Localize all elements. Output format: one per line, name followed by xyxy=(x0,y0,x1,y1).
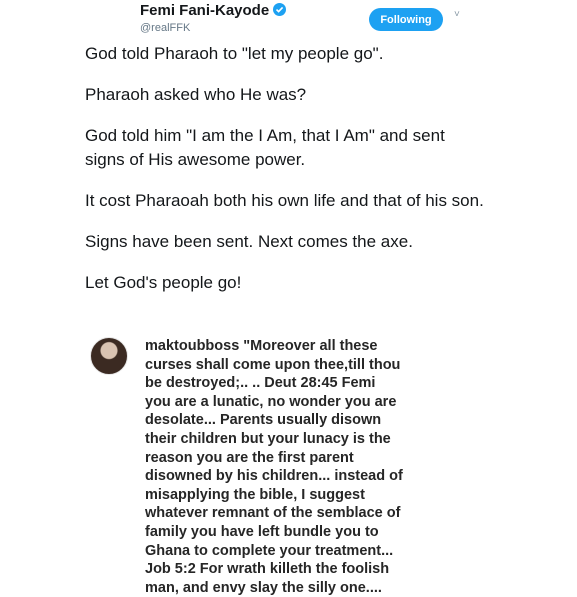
chevron-down-icon[interactable]: ˅ xyxy=(454,9,460,20)
following-button[interactable]: Following xyxy=(369,8,443,31)
tweet-text: God told Pharaoh to "let my people go". … xyxy=(85,42,485,312)
comment-text: maktoubboss "Moreover all these curses s… xyxy=(145,337,403,597)
author-handle[interactable]: @realFFK xyxy=(140,22,190,34)
tweet-paragraph: It cost Pharaoah both his own life and t… xyxy=(85,191,484,210)
tweet-paragraph: Pharaoh asked who He was? xyxy=(85,85,307,104)
comment-body: "Moreover all these curses shall come up… xyxy=(145,338,403,596)
tweet-paragraph: God told Pharaoh to "let my people go". xyxy=(85,44,384,63)
author-name-text: Femi Fani-Kayode xyxy=(140,2,270,19)
author-name[interactable]: Femi Fani-Kayode xyxy=(140,2,287,19)
comment-username[interactable]: maktoubboss xyxy=(145,338,239,354)
avatar[interactable] xyxy=(90,337,128,375)
tweet-paragraph: Signs have been sent. Next comes the axe… xyxy=(85,232,413,251)
tweet-header: Femi Fani-Kayode @realFFK Following ˅ xyxy=(0,0,577,44)
verified-badge-icon xyxy=(273,3,287,16)
tweet-paragraph: Let God's people go! xyxy=(85,273,242,292)
tweet-paragraph: God told him "I am the I Am, that I Am" … xyxy=(85,126,445,169)
